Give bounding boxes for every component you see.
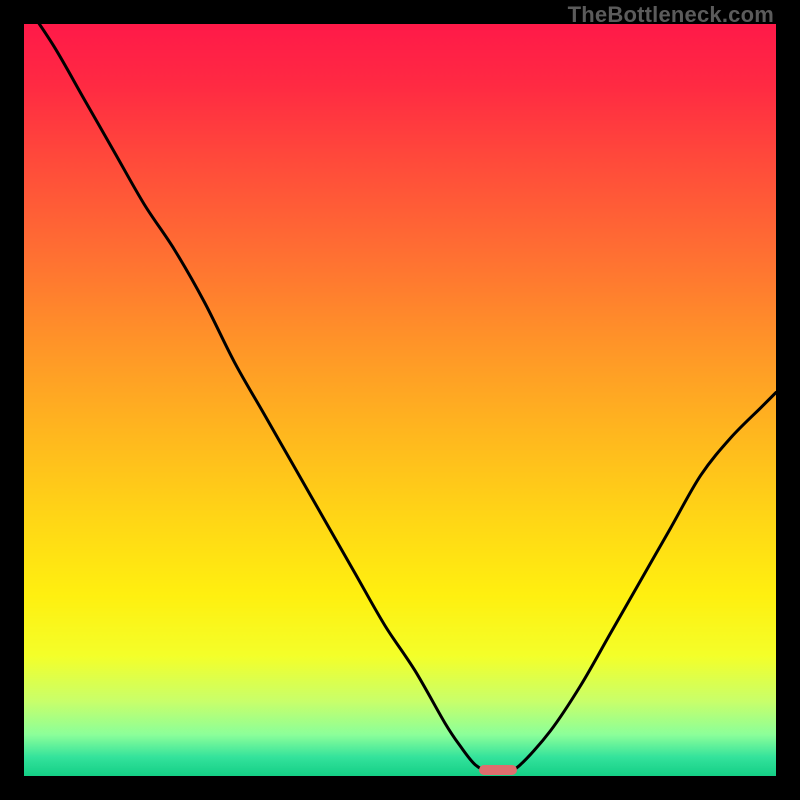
chart-frame [24, 24, 776, 776]
optimal-marker [479, 765, 517, 776]
watermark-text: TheBottleneck.com [568, 2, 774, 28]
bottleneck-curve [24, 24, 776, 776]
curve-path [24, 24, 776, 773]
